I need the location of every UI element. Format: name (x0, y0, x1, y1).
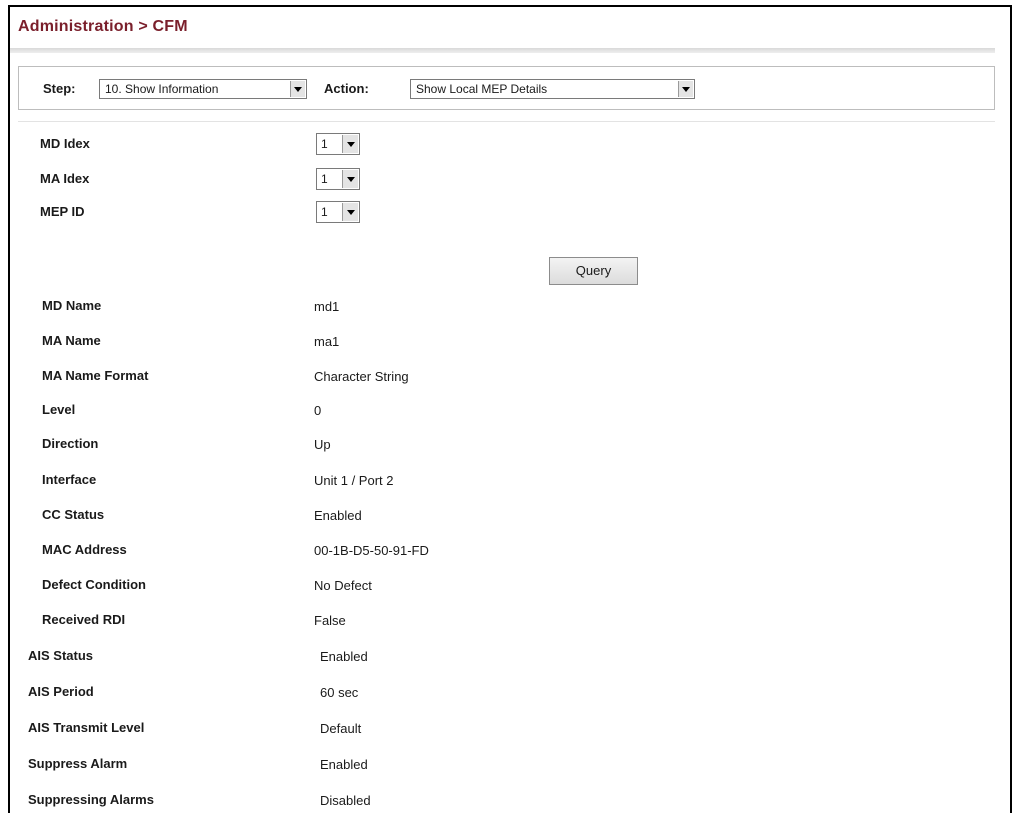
page-title: Administration > CFM (18, 18, 188, 35)
detail-value: Enabled (314, 508, 362, 523)
mep-id-label: MEP ID (40, 204, 85, 219)
chevron-down-icon (342, 135, 358, 153)
step-label: Step: (43, 81, 76, 96)
detail-label: Interface (42, 472, 97, 487)
md-index-select[interactable]: 1 (316, 133, 360, 155)
chevron-down-icon (342, 170, 358, 188)
detail-value: Up (314, 437, 331, 452)
detail-label: MAC Address (42, 542, 127, 557)
detail-value: 00-1B-D5-50-91-FD (314, 543, 429, 558)
mep-id-value: 1 (321, 205, 328, 219)
detail-label: Suppressing Alarms (28, 792, 154, 807)
detail-value: Unit 1 / Port 2 (314, 473, 394, 488)
step-select[interactable]: 10. Show Information (99, 79, 307, 99)
title-divider (10, 48, 995, 53)
detail-value: No Defect (314, 578, 372, 593)
step-action-bar: Step: 10. Show Information Action: Show … (18, 66, 995, 110)
detail-label: MD Name (42, 298, 102, 313)
detail-label: AIS Period (28, 684, 94, 699)
chevron-down-icon (678, 81, 693, 97)
detail-value: 0 (314, 403, 322, 418)
ma-index-select[interactable]: 1 (316, 168, 360, 190)
detail-label: Direction (42, 436, 99, 451)
detail-label: MA Name Format (42, 368, 149, 383)
ma-index-label: MA Idex (40, 171, 90, 186)
detail-label: AIS Status (28, 648, 94, 663)
detail-value: Character String (314, 369, 409, 384)
step-select-value: 10. Show Information (105, 82, 219, 96)
detail-value: Enabled (320, 757, 368, 772)
detail-value: Default (320, 721, 362, 736)
detail-value: md1 (314, 299, 340, 314)
mep-id-select[interactable]: 1 (316, 201, 360, 223)
md-index-value: 1 (321, 137, 328, 151)
ma-index-value: 1 (321, 172, 328, 186)
detail-value: 60 sec (320, 685, 359, 700)
detail-label: Level (42, 402, 76, 417)
detail-value: Enabled (320, 649, 368, 664)
action-label: Action: (324, 81, 369, 96)
detail-label: CC Status (42, 507, 105, 522)
detail-value: False (314, 613, 346, 628)
action-select-value: Show Local MEP Details (416, 82, 548, 96)
detail-label: Suppress Alarm (28, 756, 128, 771)
action-select[interactable]: Show Local MEP Details (410, 79, 695, 99)
md-index-label: MD Idex (40, 136, 90, 151)
page-frame (8, 5, 1012, 813)
detail-label: MA Name (42, 333, 101, 348)
detail-label: AIS Transmit Level (28, 720, 145, 735)
chevron-down-icon (290, 81, 305, 97)
divider (18, 121, 995, 122)
detail-value: ma1 (314, 334, 340, 349)
detail-value: Disabled (320, 793, 371, 808)
chevron-down-icon (342, 203, 358, 221)
detail-label: Received RDI (42, 612, 126, 627)
query-button[interactable]: Query (549, 257, 638, 285)
detail-label: Defect Condition (42, 577, 146, 592)
